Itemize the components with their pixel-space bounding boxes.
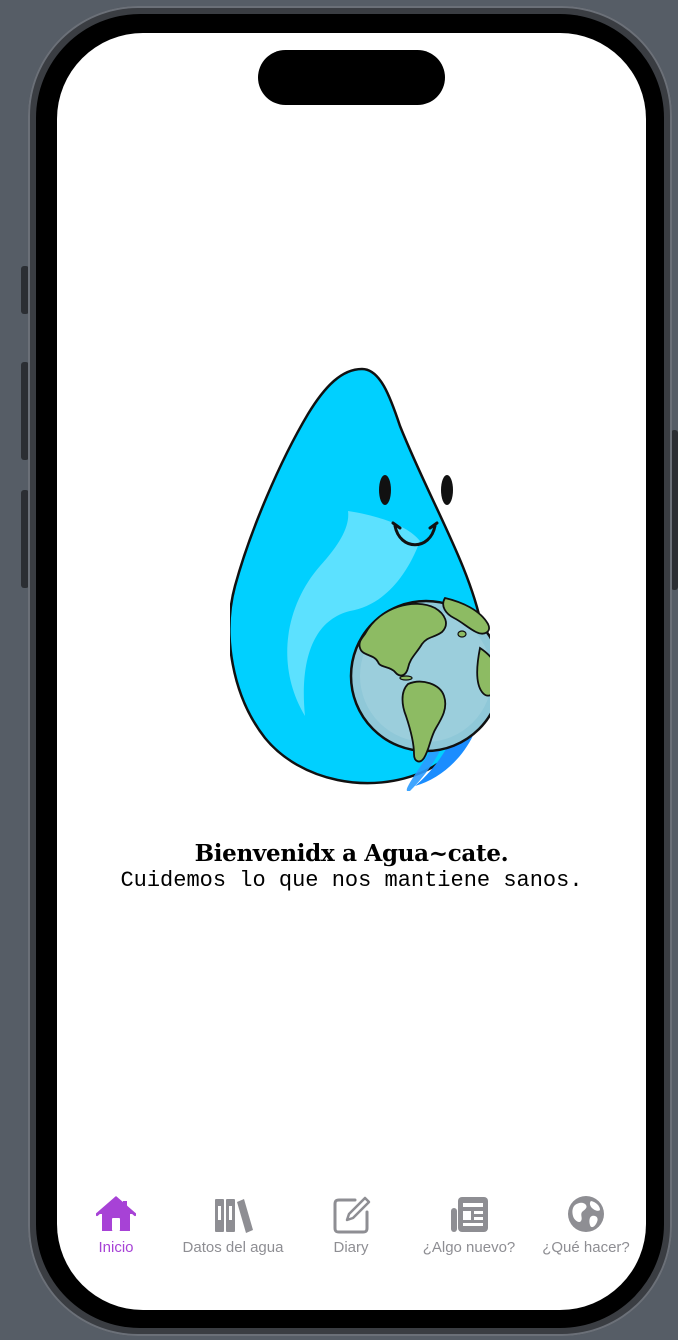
water-drop-earth-mascot-icon [230,367,490,791]
welcome-subtitle: Cuidemos lo que nos mantiene sanos. [120,868,583,893]
tab-label: Datos del agua [182,1239,284,1256]
tab-algo-nuevo[interactable]: ¿Algo nuevo? [410,1191,528,1263]
square-pencil-icon [333,1196,371,1234]
tab-label: ¿Algo nuevo? [422,1239,516,1256]
tab-diary[interactable]: Diary [292,1191,410,1263]
newspaper-icon [451,1197,488,1232]
tab-datos-del-agua[interactable]: Datos del agua [174,1191,292,1263]
tab-inicio[interactable]: Inicio [57,1191,175,1263]
tab-label: Diary [333,1239,369,1256]
power-button [671,430,678,590]
globe-icon [568,1196,604,1232]
dynamic-island [258,50,445,105]
tab-label: Inicio [98,1239,134,1256]
tab-label: ¿Qué hacer? [542,1239,630,1256]
house-icon [96,1196,136,1231]
welcome-section: Bienvenidx a Agua~cate. Cuidemos lo que … [57,839,646,895]
welcome-title: Bienvenidx a Agua~cate. [194,840,509,867]
tab-bar: Inicio Datos del agua Diary ¿Algo nuevo?… [57,1191,646,1271]
app-screen: Bienvenidx a Agua~cate. Cuidemos lo que … [57,33,646,1310]
books-icon [215,1199,253,1233]
tab-que-hacer[interactable]: ¿Qué hacer? [527,1191,645,1263]
